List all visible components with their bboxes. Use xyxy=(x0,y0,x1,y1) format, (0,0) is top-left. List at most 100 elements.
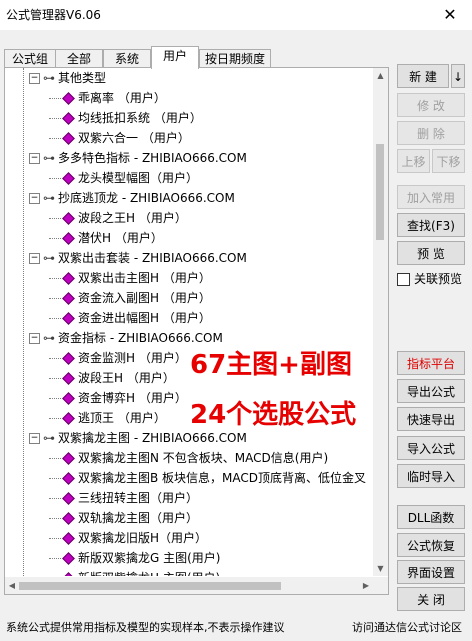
tree-item[interactable]: 双紫擒龙旧版H（用户） xyxy=(49,528,207,548)
tree-group[interactable]: − ⊶ 双紫出击套装 - ZHIBIAO666.COM xyxy=(29,248,247,268)
tree-item[interactable]: 三线扭转主图（用户） xyxy=(49,488,198,508)
tree-item-label: 均线抵扣系统 （用户） xyxy=(78,111,202,125)
move-down-button[interactable]: 下移 xyxy=(432,149,465,173)
tree-item[interactable]: 双紫擒龙主图N 不包含板块、MACD信息(用户) xyxy=(49,448,328,468)
tree-connector xyxy=(49,458,61,459)
tree-group[interactable]: − ⊶ 抄底逃顶龙 - ZHIBIAO666.COM xyxy=(29,188,235,208)
tree-connector xyxy=(49,278,61,279)
tree-item-label: 逃顶王 （用户） xyxy=(78,411,166,425)
export-formula-button[interactable]: 导出公式 xyxy=(397,379,465,403)
tree-group[interactable]: − ⊶ 多多特色指标 - ZHIBIAO666.COM xyxy=(29,148,247,168)
quick-export-button[interactable]: 快速导出 xyxy=(397,407,465,431)
tree-item-label: 波段之王H （用户） xyxy=(78,211,187,225)
new-dropdown-arrow-icon[interactable]: ↓ xyxy=(451,64,465,88)
tree-item[interactable]: 资金进出幅图H （用户） xyxy=(49,308,211,328)
dll-functions-button[interactable]: DLL函数 xyxy=(397,505,465,529)
scroll-right-arrow-icon[interactable]: ▶ xyxy=(359,577,373,594)
formula-restore-button[interactable]: 公式恢复 xyxy=(397,533,465,557)
tree-item[interactable]: 逃顶王 （用户） xyxy=(49,408,166,428)
tree-connector xyxy=(49,398,61,399)
tree-item[interactable]: 波段王H （用户） xyxy=(49,368,175,388)
tree-item-label: 新版双紫擒龙G 主图(用户) xyxy=(78,551,221,565)
tree-item[interactable]: 资金流入副图H （用户） xyxy=(49,288,211,308)
temp-import-button[interactable]: 临时导入 xyxy=(397,464,465,488)
tree-connector xyxy=(49,478,61,479)
tree-item-label: 双紫擒龙主图B 板块信息，MACD顶底背离、低位金叉 xyxy=(78,471,367,485)
scrollbar-corner xyxy=(373,577,388,594)
move-up-button[interactable]: 上移 xyxy=(397,149,430,173)
formula-gem-icon xyxy=(62,551,75,565)
tree-item[interactable]: 双紫出击主图H （用户） xyxy=(49,268,211,288)
tree-item[interactable]: 双紫擒龙主图B 板块信息，MACD顶底背离、低位金叉 xyxy=(49,468,367,488)
find-button[interactable]: 查找(F3) xyxy=(397,213,465,237)
horizontal-scrollbar[interactable]: ◀ ▶ xyxy=(5,577,373,594)
tree-item[interactable]: 资金监测H （用户） xyxy=(49,348,187,368)
tree-item[interactable]: 波段之王H （用户） xyxy=(49,208,187,228)
formula-gem-icon xyxy=(62,571,75,576)
tree-item[interactable]: 乖离率 （用户） xyxy=(49,88,166,108)
collapse-icon[interactable]: − xyxy=(29,153,40,164)
tree-group-label: 其他类型 xyxy=(58,71,107,85)
tab-system[interactable]: 系统 xyxy=(103,49,151,68)
tab-formula-group[interactable]: 公式组 xyxy=(4,49,56,68)
tab-user[interactable]: 用户 xyxy=(151,46,199,69)
tree-item-label: 双紫六合一 （用户） xyxy=(78,131,190,145)
delete-button[interactable]: 删 除 xyxy=(397,121,465,145)
formula-gem-icon xyxy=(62,171,75,185)
tree-group-label: 双紫出击套装 - ZHIBIAO666.COM xyxy=(58,251,247,265)
tree-connector xyxy=(49,418,61,419)
formula-gem-icon xyxy=(62,211,75,225)
add-to-common-button[interactable]: 加入常用 xyxy=(397,185,465,209)
collapse-icon[interactable]: − xyxy=(29,433,40,444)
collapse-icon[interactable]: − xyxy=(29,73,40,84)
checkbox-box[interactable] xyxy=(397,273,410,286)
tree-item-label: 新版双紫擒龙H 主图(用户) xyxy=(78,571,220,576)
new-button[interactable]: 新 建 xyxy=(397,64,449,88)
import-formula-button[interactable]: 导入公式 xyxy=(397,436,465,460)
modify-button[interactable]: 修 改 xyxy=(397,93,465,117)
tree-item-label: 资金博弈H （用户） xyxy=(78,391,187,405)
tree-item[interactable]: 潜伏H （用户） xyxy=(49,228,163,248)
tree-item[interactable]: 双轨擒龙主图（用户） xyxy=(49,508,198,528)
collapse-icon[interactable]: − xyxy=(29,333,40,344)
tree-connector xyxy=(49,318,61,319)
tree-item[interactable]: 资金博弈H （用户） xyxy=(49,388,187,408)
vertical-scroll-thumb[interactable] xyxy=(376,144,384,240)
formula-gem-icon xyxy=(62,371,75,385)
formula-gem-icon xyxy=(62,311,75,325)
title-bar: 公式管理器V6.06 ✕ xyxy=(0,0,472,30)
tree-item-label: 潜伏H （用户） xyxy=(78,231,163,245)
tree-item[interactable]: 均线抵扣系统 （用户） xyxy=(49,108,202,128)
tree-group[interactable]: − ⊶ 其他类型 xyxy=(29,68,106,88)
collapse-icon[interactable]: − xyxy=(29,253,40,264)
formula-gem-icon xyxy=(62,411,75,425)
formula-gem-icon xyxy=(62,91,75,105)
indicator-platform-button[interactable]: 指标平台 xyxy=(397,351,465,375)
tree-item[interactable]: 龙头模型幅图（用户） xyxy=(49,168,198,188)
vertical-scrollbar[interactable]: ▲ ▼ xyxy=(373,68,388,576)
tree-item-label: 资金监测H （用户） xyxy=(78,351,187,365)
close-window-button[interactable]: ✕ xyxy=(428,0,472,30)
formula-gem-icon xyxy=(62,231,75,245)
formula-gem-icon xyxy=(62,271,75,285)
group-key-icon: ⊶ xyxy=(43,191,55,205)
tree-item[interactable]: 新版双紫擒龙H 主图(用户) xyxy=(61,568,220,576)
preview-button[interactable]: 预 览 xyxy=(397,241,465,265)
horizontal-scroll-thumb[interactable] xyxy=(19,582,281,590)
tab-all[interactable]: 全部 xyxy=(55,49,103,68)
tree-connector xyxy=(49,358,61,359)
close-button[interactable]: 关 闭 xyxy=(397,587,465,611)
link-preview-checkbox[interactable]: 关联预览 xyxy=(397,270,462,287)
collapse-icon[interactable]: − xyxy=(29,193,40,204)
tree-item[interactable]: 双紫六合一 （用户） xyxy=(49,128,190,148)
scroll-down-arrow-icon[interactable]: ▼ xyxy=(373,561,388,576)
tab-by-date-frequency[interactable]: 按日期频度 xyxy=(199,49,271,68)
scroll-up-arrow-icon[interactable]: ▲ xyxy=(373,68,388,83)
tree-group-label: 资金指标 - ZHIBIAO666.COM xyxy=(58,331,223,345)
interface-settings-button[interactable]: 界面设置 xyxy=(397,560,465,584)
tree-connector xyxy=(49,138,61,139)
tree-item[interactable]: 新版双紫擒龙G 主图(用户) xyxy=(49,548,221,568)
tree-group[interactable]: − ⊶ 双紫擒龙主图 - ZHIBIAO666.COM xyxy=(29,428,247,448)
forum-link[interactable]: 访问通达信公式讨论区 xyxy=(352,617,462,639)
scroll-left-arrow-icon[interactable]: ◀ xyxy=(5,577,19,594)
